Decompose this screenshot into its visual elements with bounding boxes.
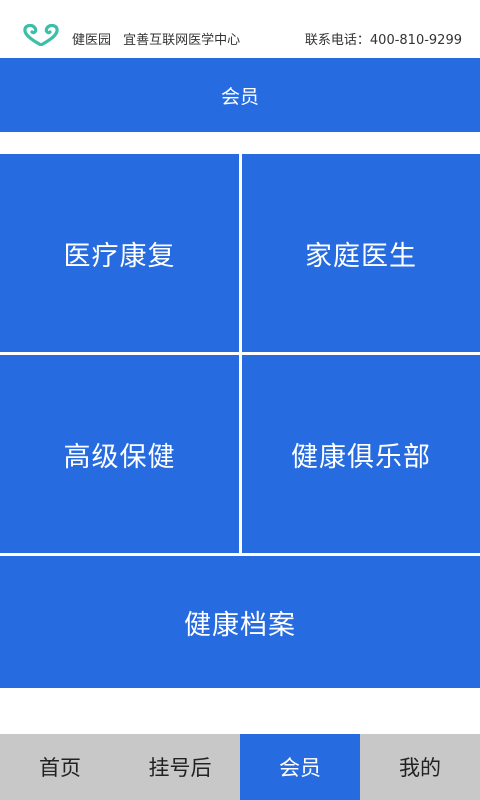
tile-label: 高级保健 [63,441,176,473]
brand-name: 健医园 [72,33,112,48]
hotline-text: 联系电话：400-810-9299 [304,33,462,48]
tile-advanced-care[interactable]: 高级保健 [0,355,239,553]
nav-label: 挂号后 [148,756,212,780]
nav-label: 会员 [279,756,321,780]
heart-swirl-logo-icon [23,24,59,46]
tile-medical-rehab[interactable]: 医疗康复 [0,154,239,352]
tile-label: 健康俱乐部 [291,441,431,473]
tile-label: 健康档案 [184,609,296,641]
top-header: 健医园 宜善互联网医学中心 联系电话：400-810-9299 [0,0,480,58]
brand-text: 健医园 宜善互联网医学中心 [72,29,240,48]
nav-item-after-registration[interactable]: 挂号后 [120,734,240,800]
tile-label: 医疗康复 [63,240,176,272]
nav-item-mine[interactable]: 我的 [360,734,480,800]
org-name: 宜善互联网医学中心 [123,33,241,48]
tile-health-club[interactable]: 健康俱乐部 [242,355,480,553]
bottom-nav: 首页 挂号后 会员 我的 [0,734,480,800]
nav-label: 首页 [39,756,81,780]
nav-item-home[interactable]: 首页 [0,734,120,800]
page-title: 会员 [220,85,259,108]
service-grid: 医疗康复 家庭医生 高级保健 健康俱乐部 健康档案 [0,154,480,688]
nav-item-member[interactable]: 会员 [240,734,360,800]
app-screen: 健医园 宜善互联网医学中心 联系电话：400-810-9299 会员 医疗康复 … [0,0,480,800]
title-bar: 会员 [0,58,480,132]
tile-health-record[interactable]: 健康档案 [0,556,480,688]
tile-label: 家庭医生 [305,240,417,272]
nav-label: 我的 [399,756,441,780]
tile-family-doctor[interactable]: 家庭医生 [242,154,480,352]
